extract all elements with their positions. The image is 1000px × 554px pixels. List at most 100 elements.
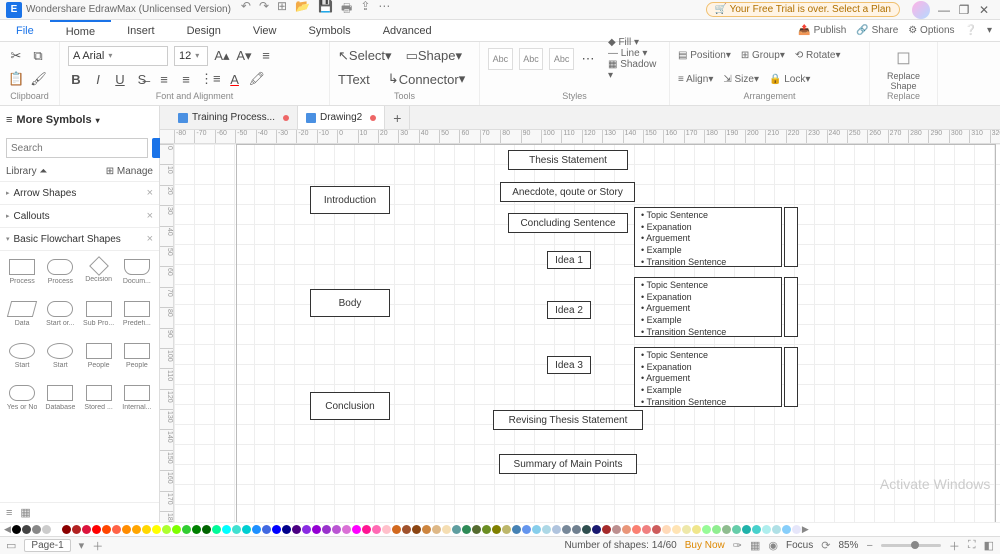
- section-arrow-shapes[interactable]: Arrow Shapes×: [0, 182, 159, 205]
- color-swatch[interactable]: [362, 525, 371, 534]
- color-swatch[interactable]: [202, 525, 211, 534]
- tab-file[interactable]: File: [0, 20, 50, 41]
- open-icon[interactable]: 📂: [295, 0, 310, 20]
- symbols-header[interactable]: More Symbols: [0, 106, 159, 134]
- color-swatch[interactable]: [782, 525, 791, 534]
- fit-icon[interactable]: ⟳: [821, 539, 830, 552]
- node-detail-2[interactable]: Topic SentenceExpanationArguementExample…: [634, 277, 782, 337]
- color-swatch[interactable]: [232, 525, 241, 534]
- cut-icon[interactable]: ✂: [8, 47, 24, 65]
- focus-label[interactable]: Focus: [786, 540, 813, 551]
- zoom-out-icon[interactable]: −: [866, 540, 872, 552]
- replace-shape-icon[interactable]: ◻: [896, 44, 912, 71]
- color-swatch[interactable]: [552, 525, 561, 534]
- underline-icon[interactable]: U: [112, 70, 128, 88]
- color-swatch[interactable]: [742, 525, 751, 534]
- styles-more-icon[interactable]: ⋯: [580, 50, 596, 68]
- color-swatch[interactable]: [372, 525, 381, 534]
- color-swatch[interactable]: [312, 525, 321, 534]
- color-swatch[interactable]: [672, 525, 681, 534]
- color-swatch[interactable]: [762, 525, 771, 534]
- shape-docum-[interactable]: Docum...: [119, 255, 155, 295]
- color-swatch[interactable]: [172, 525, 181, 534]
- color-swatch[interactable]: [682, 525, 691, 534]
- library-label[interactable]: Library ⏶: [6, 166, 47, 177]
- style-preset-3[interactable]: Abc: [549, 48, 574, 70]
- connector-tool[interactable]: ↳ Connector ▾: [388, 70, 465, 88]
- shadow-button[interactable]: ▦ Shadow ▾: [608, 59, 661, 81]
- node-detail-3[interactable]: Topic SentenceExpanationArguementExample…: [634, 347, 782, 407]
- shape-sub-pro-[interactable]: Sub Pro...: [81, 297, 117, 337]
- group-button[interactable]: ⊞ Group▾: [741, 50, 785, 61]
- align-top-icon[interactable]: ≡: [258, 47, 274, 65]
- shape-start-or-[interactable]: Start or...: [42, 297, 78, 337]
- user-avatar[interactable]: [912, 1, 930, 19]
- color-swatch[interactable]: [262, 525, 271, 534]
- shape-tool[interactable]: ▭ Shape ▾: [406, 47, 462, 65]
- color-swatch[interactable]: [632, 525, 641, 534]
- color-swatch[interactable]: [442, 525, 451, 534]
- manage-library-button[interactable]: ⊞ Manage: [106, 166, 153, 177]
- color-swatch[interactable]: [162, 525, 171, 534]
- shape-process[interactable]: Process: [4, 255, 40, 295]
- color-swatch[interactable]: [612, 525, 621, 534]
- color-swatch[interactable]: [222, 525, 231, 534]
- highlight-icon[interactable]: 🖍: [249, 70, 266, 88]
- tab-advanced[interactable]: Advanced: [367, 20, 448, 41]
- maximize-button[interactable]: ❐: [954, 3, 974, 17]
- node-introduction[interactable]: Introduction: [310, 186, 390, 214]
- color-swatch[interactable]: [562, 525, 571, 534]
- doc-tab-training[interactable]: Training Process...: [170, 106, 298, 129]
- shape-data[interactable]: Data: [4, 297, 40, 337]
- node-revising[interactable]: Revising Thesis Statement: [493, 410, 643, 430]
- color-swatch[interactable]: [462, 525, 471, 534]
- align-button[interactable]: ≡ Align▾: [678, 74, 713, 85]
- font-size-select[interactable]: 12: [174, 46, 208, 66]
- print-icon[interactable]: 🖶: [341, 0, 352, 20]
- shape-yes-or-no[interactable]: Yes or No: [4, 381, 40, 421]
- color-swatch[interactable]: [42, 525, 51, 534]
- style-preset-2[interactable]: Abc: [519, 48, 544, 70]
- color-swatch[interactable]: [652, 525, 661, 534]
- shape-process[interactable]: Process: [42, 255, 78, 295]
- page-tab[interactable]: Page-1: [24, 539, 70, 552]
- doc-tab-drawing2[interactable]: Drawing2: [298, 106, 385, 129]
- color-swatch[interactable]: [642, 525, 651, 534]
- color-swatch[interactable]: [182, 525, 191, 534]
- align-center-icon[interactable]: ≡: [178, 70, 194, 88]
- grid-toggle-icon[interactable]: ▦: [750, 539, 760, 552]
- shape-people[interactable]: People: [81, 339, 117, 379]
- collapse-ribbon-icon[interactable]: ▾: [987, 25, 992, 36]
- color-swatch[interactable]: [542, 525, 551, 534]
- color-swatch[interactable]: [12, 525, 21, 534]
- color-swatch[interactable]: [532, 525, 541, 534]
- bullets-icon[interactable]: ⋮≡: [200, 70, 221, 88]
- color-swatch[interactable]: [292, 525, 301, 534]
- add-doc-tab[interactable]: +: [385, 106, 410, 129]
- select-tool[interactable]: ↖ Select ▾: [338, 47, 392, 65]
- node-conclusion[interactable]: Conclusion: [310, 392, 390, 420]
- color-swatch[interactable]: [752, 525, 761, 534]
- lock-button[interactable]: 🔒 Lock▾: [769, 74, 810, 85]
- dropper-icon[interactable]: ✑: [733, 539, 742, 552]
- section-callouts[interactable]: Callouts×: [0, 205, 159, 228]
- fill-button[interactable]: ◆ Fill ▾: [608, 37, 661, 48]
- color-swatch[interactable]: [692, 525, 701, 534]
- page-list-icon[interactable]: ▭: [6, 539, 16, 552]
- panel-view-list-icon[interactable]: ≡: [6, 507, 12, 519]
- node-concluding[interactable]: Concluding Sentence: [508, 213, 628, 233]
- color-swatch[interactable]: [142, 525, 151, 534]
- color-swatch[interactable]: [412, 525, 421, 534]
- format-painter-icon[interactable]: 🖌: [30, 70, 47, 88]
- close-icon[interactable]: ×: [147, 233, 153, 245]
- qat-more-icon[interactable]: ⋯: [378, 0, 390, 20]
- trial-banner[interactable]: 🛒 Your Free Trial is over. Select a Plan: [706, 2, 900, 17]
- color-swatch[interactable]: [72, 525, 81, 534]
- color-swatch[interactable]: [452, 525, 461, 534]
- close-icon[interactable]: ×: [147, 210, 153, 222]
- color-swatch[interactable]: [472, 525, 481, 534]
- copy-icon[interactable]: ⧉: [30, 47, 46, 65]
- text-tool[interactable]: T Text: [338, 70, 370, 88]
- fullscreen-icon[interactable]: ⛶: [968, 539, 976, 552]
- strike-icon[interactable]: S̶: [134, 70, 150, 88]
